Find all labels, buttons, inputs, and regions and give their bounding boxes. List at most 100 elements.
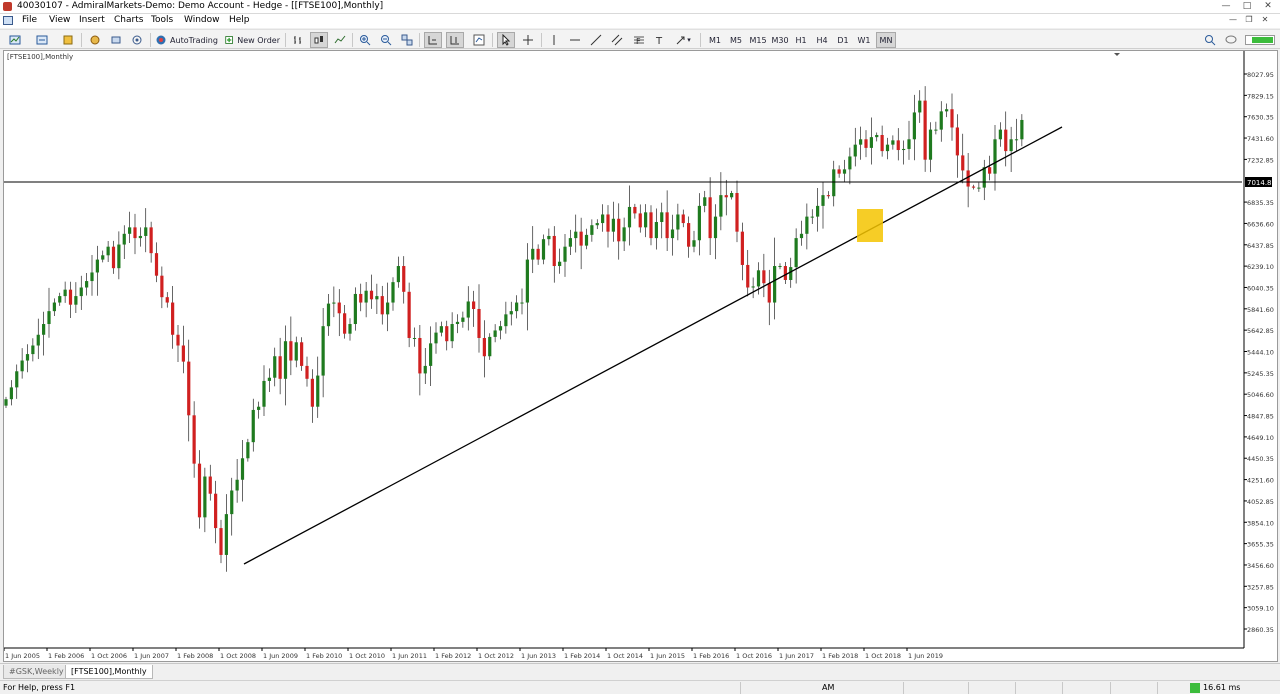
vertical-line-icon[interactable] (545, 32, 563, 48)
bull-candle (918, 100, 922, 113)
new-chart-icon[interactable] (5, 32, 25, 48)
bear-candle (289, 341, 293, 361)
trendline[interactable] (243, 126, 1063, 565)
bull-candle (998, 129, 1002, 140)
date-tick-label: 1 Feb 2006 (48, 652, 84, 660)
bull-candle (498, 326, 503, 331)
bear-candle (477, 308, 481, 338)
tab-gsk-weekly[interactable]: #GSK,Weekly (3, 665, 70, 679)
maximize-icon[interactable]: □ (1238, 0, 1256, 14)
crosshair-icon[interactable] (519, 32, 537, 48)
zoom-in-icon[interactable] (356, 32, 374, 48)
price-chart[interactable]: [FTSE100],Monthly 8027.95 7829.15 7630.35 7… (4, 51, 1279, 663)
bear-candle (971, 186, 976, 188)
bear-candle (864, 139, 868, 148)
timeframe-m30[interactable]: M30 (770, 32, 790, 48)
date-tick-label: 1 Jun 2015 (650, 652, 685, 660)
date-tick-label: 1 Feb 2008 (177, 652, 213, 660)
bull-candle (455, 321, 460, 325)
price-tick-label: 5046.60 (1247, 391, 1274, 399)
close-icon[interactable]: ✕ (1259, 0, 1277, 14)
bull-candle (138, 235, 142, 239)
timeframe-w1[interactable]: W1 (855, 32, 873, 48)
menu-tools[interactable]: Tools (151, 15, 173, 25)
indicators-icon[interactable] (470, 32, 488, 48)
navigator-icon[interactable] (86, 32, 104, 48)
tab-ftse100-monthly[interactable]: [FTSE100],Monthly (65, 665, 153, 679)
bull-candle (730, 192, 734, 198)
date-tick-label: 1 Feb 2016 (693, 652, 729, 660)
zoom-out-icon[interactable] (377, 32, 395, 48)
bull-candle (391, 282, 395, 303)
menu-insert[interactable]: Insert (79, 15, 105, 25)
mdi-minimize-icon[interactable]: — (1226, 14, 1240, 27)
bull-candle (47, 311, 51, 325)
bull-candle (423, 365, 427, 374)
bull-candle (794, 238, 798, 268)
menu-view[interactable]: View (49, 15, 70, 25)
chart-window[interactable]: [FTSE100],Monthly 8027.95 7829.15 7630.35 7… (3, 50, 1278, 662)
bar-chart-icon[interactable] (289, 32, 307, 48)
svg-text:F: F (636, 37, 641, 46)
search-icon[interactable] (1202, 32, 1218, 48)
new-order-button[interactable]: New Order (224, 32, 280, 48)
bear-candle (402, 266, 406, 292)
bull-candle (364, 290, 368, 303)
chat-icon[interactable] (1222, 32, 1240, 48)
mdi-restore-icon[interactable]: ❐ (1242, 14, 1256, 27)
bull-candle (106, 246, 110, 256)
timeframe-d1[interactable]: D1 (834, 32, 852, 48)
arrows-dropdown-icon[interactable]: ▾ (672, 32, 694, 48)
timeframe-h1[interactable]: H1 (792, 32, 810, 48)
autotrading-button[interactable]: AutoTrading (155, 32, 218, 48)
bull-candle (676, 214, 680, 230)
fibonacci-icon[interactable]: F (630, 32, 648, 48)
cursor-icon[interactable] (497, 32, 515, 48)
bear-candle (343, 313, 347, 334)
bull-candle (429, 343, 433, 366)
timeframe-m15[interactable]: M15 (748, 32, 768, 48)
bull-candle (531, 248, 535, 260)
bull-candle (547, 235, 551, 240)
bull-candle (36, 334, 40, 346)
timeframe-mn[interactable]: MN (876, 32, 896, 48)
bear-candle (665, 212, 669, 239)
timeframe-m5[interactable]: M5 (727, 32, 745, 48)
mdi-close-icon[interactable]: ✕ (1258, 14, 1272, 27)
chart-shift-icon[interactable] (446, 32, 464, 48)
menu-charts[interactable]: Charts (114, 15, 143, 25)
bear-candle (359, 293, 363, 303)
menu-window[interactable]: Window (184, 15, 220, 25)
bull-candle (563, 246, 567, 262)
strategy-tester-icon[interactable] (128, 32, 146, 48)
terminal-icon[interactable] (107, 32, 125, 48)
line-chart-icon[interactable] (331, 32, 349, 48)
text-tool-icon[interactable]: T (651, 32, 669, 48)
price-axis: 8027.95 7829.15 7630.35 7431.60 7232.85 6835.… (1244, 71, 1274, 634)
channel-icon[interactable] (608, 32, 626, 48)
price-tick-label: 4450.35 (1247, 455, 1274, 463)
horizontal-line-icon[interactable] (566, 32, 584, 48)
date-tick-label: 1 Jun 2005 (5, 652, 40, 660)
bull-candle (246, 442, 250, 459)
bear-candle (68, 289, 73, 305)
date-tick-label: 1 Jun 2011 (392, 652, 427, 660)
auto-scroll-icon[interactable] (424, 32, 442, 48)
timeframe-h4[interactable]: H4 (813, 32, 831, 48)
market-watch-icon[interactable] (59, 32, 77, 48)
shift-marker-icon (1114, 53, 1120, 56)
new-order-icon (225, 36, 233, 44)
candlestick-chart-icon[interactable] (310, 32, 328, 48)
bull-candle (525, 259, 529, 303)
price-tick-label: 3655.35 (1247, 541, 1274, 549)
price-tick-label: 7630.35 (1247, 114, 1274, 122)
minimize-icon[interactable]: — (1217, 0, 1235, 14)
profiles-icon[interactable] (32, 32, 52, 48)
menu-help[interactable]: Help (229, 15, 250, 25)
bull-candle (756, 270, 761, 287)
timeframe-m1[interactable]: M1 (706, 32, 724, 48)
trendline-icon[interactable] (587, 32, 605, 48)
chart-window-icon[interactable] (3, 16, 13, 25)
tile-windows-icon[interactable] (398, 32, 416, 48)
menu-file[interactable]: File (22, 15, 37, 25)
